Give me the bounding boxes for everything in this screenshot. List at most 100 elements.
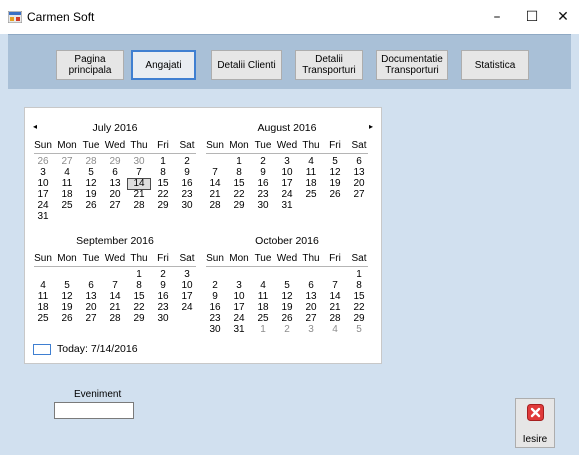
calendar-day[interactable]: 5 <box>275 280 299 291</box>
calendar-day[interactable]: 25 <box>299 189 323 200</box>
calendar-day[interactable]: 18 <box>31 302 55 313</box>
calendar-day[interactable]: 10 <box>275 167 299 178</box>
calendar-day[interactable]: 24 <box>275 189 299 200</box>
calendar-day[interactable]: 26 <box>31 156 55 167</box>
calendar-day[interactable]: 7 <box>323 280 347 291</box>
calendar-day[interactable]: 29 <box>127 313 151 324</box>
calendar-day[interactable]: 8 <box>127 280 151 291</box>
calendar-day[interactable]: 2 <box>175 156 199 167</box>
calendar-day[interactable]: 10 <box>227 291 251 302</box>
calendar-day[interactable]: 5 <box>347 324 371 335</box>
calendar-day[interactable]: 20 <box>103 189 127 200</box>
calendar-day[interactable]: 20 <box>79 302 103 313</box>
calendar-day[interactable]: 23 <box>251 189 275 200</box>
calendar-day[interactable]: 6 <box>103 167 127 178</box>
calendar-day[interactable]: 21 <box>323 302 347 313</box>
calendar-day[interactable]: 26 <box>275 313 299 324</box>
calendar-day[interactable]: 22 <box>127 302 151 313</box>
calendar-day[interactable]: 17 <box>175 291 199 302</box>
calendar-day[interactable]: 5 <box>79 167 103 178</box>
calendar-day[interactable]: 25 <box>55 200 79 211</box>
month-title[interactable]: September 2016 <box>31 235 199 247</box>
nav-button-detalii-transporturi[interactable]: Detalii Transporturi <box>295 50 363 80</box>
calendar-day[interactable]: 22 <box>227 189 251 200</box>
calendar-day[interactable]: 30 <box>251 200 275 211</box>
calendar-day[interactable]: 12 <box>323 167 347 178</box>
calendar-day[interactable]: 25 <box>251 313 275 324</box>
calendar-day[interactable]: 26 <box>79 200 103 211</box>
calendar-day[interactable]: 22 <box>151 189 175 200</box>
calendar-day[interactable]: 8 <box>347 280 371 291</box>
calendar-day[interactable]: 13 <box>79 291 103 302</box>
calendar-day[interactable]: 28 <box>79 156 103 167</box>
calendar-day[interactable]: 3 <box>175 269 199 280</box>
calendar-day[interactable]: 15 <box>347 291 371 302</box>
calendar-day[interactable]: 19 <box>55 302 79 313</box>
calendar-day[interactable]: 14 <box>203 178 227 189</box>
calendar-day[interactable]: 4 <box>55 167 79 178</box>
nav-button-detalii-clienti[interactable]: Detalii Clienti <box>211 50 282 80</box>
calendar-day[interactable]: 17 <box>227 302 251 313</box>
calendar-day[interactable]: 9 <box>251 167 275 178</box>
calendar-day[interactable]: 9 <box>203 291 227 302</box>
event-input[interactable] <box>54 402 134 419</box>
calendar-day[interactable]: 29 <box>103 156 127 167</box>
calendar-day[interactable]: 9 <box>175 167 199 178</box>
calendar-day[interactable]: 16 <box>203 302 227 313</box>
calendar-day[interactable]: 27 <box>79 313 103 324</box>
calendar-day[interactable]: 2 <box>275 324 299 335</box>
calendar-day[interactable]: 13 <box>347 167 371 178</box>
calendar-day[interactable]: 5 <box>323 156 347 167</box>
calendar-day[interactable]: 28 <box>103 313 127 324</box>
calendar-day[interactable]: 12 <box>79 178 103 189</box>
calendar-day[interactable]: 15 <box>127 291 151 302</box>
calendar-day[interactable]: 27 <box>347 189 371 200</box>
calendar-day[interactable]: 20 <box>347 178 371 189</box>
calendar-day[interactable]: 2 <box>251 156 275 167</box>
calendar-day[interactable]: 15 <box>151 178 175 189</box>
close-button[interactable]: ✕ <box>546 4 579 30</box>
calendar-day[interactable]: 30 <box>175 200 199 211</box>
calendar-day[interactable]: 7 <box>203 167 227 178</box>
calendar-day[interactable]: 8 <box>151 167 175 178</box>
calendar-day[interactable]: 28 <box>127 200 151 211</box>
calendar-day[interactable]: 31 <box>275 200 299 211</box>
calendar-day[interactable]: 24 <box>175 302 199 313</box>
calendar-day[interactable]: 3 <box>299 324 323 335</box>
calendar-day[interactable]: 28 <box>323 313 347 324</box>
calendar-day[interactable]: 19 <box>275 302 299 313</box>
calendar-day[interactable]: 6 <box>299 280 323 291</box>
calendar-day[interactable]: 9 <box>151 280 175 291</box>
calendar-day[interactable]: 4 <box>31 280 55 291</box>
calendar-day[interactable]: 23 <box>151 302 175 313</box>
calendar-day[interactable]: 28 <box>203 200 227 211</box>
calendar-day[interactable]: 31 <box>227 324 251 335</box>
calendar-day[interactable]: 13 <box>103 178 127 189</box>
calendar-day[interactable]: 18 <box>299 178 323 189</box>
calendar-day[interactable]: 1 <box>251 324 275 335</box>
calendar-day[interactable]: 16 <box>151 291 175 302</box>
calendar-day[interactable]: 10 <box>31 178 55 189</box>
calendar-day[interactable]: 10 <box>175 280 199 291</box>
calendar-day[interactable]: 16 <box>251 178 275 189</box>
calendar-day[interactable]: 21 <box>203 189 227 200</box>
month-title[interactable]: August 2016 <box>203 122 371 134</box>
calendar-day[interactable]: 29 <box>347 313 371 324</box>
calendar-day[interactable]: 20 <box>299 302 323 313</box>
calendar-day[interactable]: 6 <box>79 280 103 291</box>
calendar-day[interactable]: 16 <box>175 178 199 189</box>
calendar-day[interactable]: 29 <box>227 200 251 211</box>
calendar-day[interactable]: 30 <box>203 324 227 335</box>
calendar-day[interactable]: 27 <box>299 313 323 324</box>
exit-button[interactable]: Iesire <box>515 398 555 448</box>
calendar-day[interactable]: 6 <box>347 156 371 167</box>
calendar-day[interactable]: 30 <box>151 313 175 324</box>
calendar-day[interactable]: 1 <box>151 156 175 167</box>
calendar-day[interactable]: 11 <box>299 167 323 178</box>
calendar-day[interactable]: 15 <box>227 178 251 189</box>
maximize-button[interactable]: ☐ <box>515 4 549 30</box>
calendar-day[interactable]: 30 <box>127 156 151 167</box>
calendar-day[interactable]: 27 <box>103 200 127 211</box>
calendar-day[interactable]: 4 <box>299 156 323 167</box>
calendar-day[interactable]: 24 <box>227 313 251 324</box>
